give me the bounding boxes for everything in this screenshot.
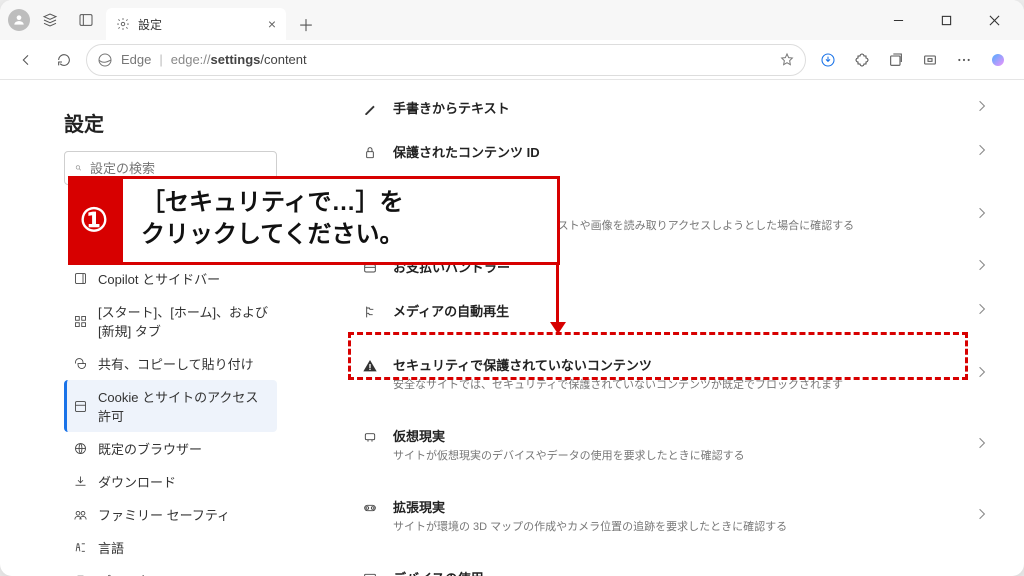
sidebar-item-label: [スタート]、[ホーム]、および [新規] タブ	[98, 302, 269, 340]
gear-icon	[116, 17, 130, 31]
setting-title: 拡張現実	[393, 497, 964, 516]
vertical-tabs-icon[interactable]	[70, 4, 102, 36]
chevron-right-icon	[978, 436, 986, 454]
copilot-icon[interactable]	[982, 44, 1014, 76]
search-icon	[75, 161, 82, 175]
chevron-right-icon	[978, 143, 986, 161]
setting-title: 仮想現実	[393, 426, 964, 445]
sidebar-item-label: 共有、コピーして貼り付け	[98, 354, 254, 373]
instruction-callout: ① ［セキュリティで…］を クリックしてください。	[68, 176, 560, 265]
edge-logo-icon	[97, 52, 113, 68]
sidebar-item-label: ダウンロード	[98, 472, 176, 491]
sidebar-item-label: Copilot とサイドバー	[98, 269, 220, 288]
setting-icon	[361, 144, 379, 162]
setting-title: セキュリティで保護されていないコンテンツ	[393, 355, 964, 374]
setting-insecure-content[interactable]: セキュリティで保護されていないコンテンツ安全なサイトでは、セキュリティで保護され…	[353, 343, 994, 404]
refresh-button[interactable]	[48, 44, 80, 76]
setting-title: 保護されたコンテンツ ID	[393, 142, 964, 161]
setting-icon	[361, 357, 379, 375]
sidebar-item[interactable]: ファミリー セーフティ	[64, 498, 277, 531]
sidebar-item[interactable]: 言語	[64, 531, 277, 564]
sidebar-item[interactable]: 共有、コピーして貼り付け	[64, 347, 277, 380]
sidebar-item[interactable]: [スタート]、[ホーム]、および [新規] タブ	[64, 295, 277, 347]
more-icon[interactable]	[948, 44, 980, 76]
new-tab-button[interactable]: ＋	[290, 8, 322, 40]
maximize-button[interactable]	[924, 4, 968, 36]
address-bar[interactable]: Edge | edge://settings/content	[86, 44, 806, 76]
tab-title: 設定	[138, 16, 162, 33]
setting-icon	[361, 570, 379, 576]
tab-settings[interactable]: 設定 ×	[106, 8, 286, 40]
titlebar: 設定 × ＋	[0, 0, 1024, 40]
chevron-right-icon	[978, 507, 986, 525]
minimize-button[interactable]	[876, 4, 920, 36]
downloads-icon[interactable]	[812, 44, 844, 76]
setting-icon	[361, 303, 379, 321]
nav-icon	[72, 313, 88, 329]
sidebar-item[interactable]: プリンター	[64, 564, 277, 576]
favorite-icon[interactable]	[779, 52, 795, 68]
setting-row[interactable]: デバイスの使用サイトは、ユーザーがいつデバイスをアクティブに使用しているか知るこ…	[353, 556, 994, 576]
chevron-right-icon	[978, 365, 986, 383]
avatar[interactable]	[8, 9, 30, 31]
sidebar-item[interactable]: Copilot とサイドバー	[64, 262, 277, 295]
setting-description: サイトが仮想現実のデバイスやデータの使用を要求したときに確認する	[393, 447, 964, 463]
nav-icon	[72, 271, 88, 287]
setting-description: サイトが環境の 3D マップの作成やカメラ位置の追跡を要求したときに確認する	[393, 518, 964, 534]
setting-title: 手書きからテキスト	[393, 98, 964, 117]
sidebar-item-label: プリンター	[98, 571, 163, 576]
setting-row[interactable]: メディアの自動再生	[353, 289, 994, 333]
setting-icon	[361, 428, 379, 446]
chevron-right-icon	[978, 258, 986, 276]
step-number: ①	[68, 176, 120, 265]
sidebar-item[interactable]: Cookie とサイトのアクセス許可	[64, 380, 277, 432]
setting-row[interactable]: 拡張現実サイトが環境の 3D マップの作成やカメラ位置の追跡を要求したときに確認…	[353, 485, 994, 546]
setting-description: 安全なサイトでは、セキュリティで保護されていないコンテンツが既定でブロックされま…	[393, 376, 964, 392]
setting-row[interactable]: 手書きからテキスト	[353, 86, 994, 130]
sidebar-item-label: 言語	[98, 538, 124, 557]
collections-icon[interactable]	[880, 44, 912, 76]
nav-icon	[72, 441, 88, 457]
page-title: 設定	[64, 108, 277, 137]
chevron-right-icon	[978, 206, 986, 224]
setting-row[interactable]: 仮想現実サイトが仮想現実のデバイスやデータの使用を要求したときに確認する	[353, 414, 994, 475]
sidebar-item[interactable]: ダウンロード	[64, 465, 277, 498]
workspaces-icon[interactable]	[34, 4, 66, 36]
setting-title: デバイスの使用	[393, 568, 964, 576]
chevron-right-icon	[978, 99, 986, 117]
sidebar-item-label: 既定のブラウザー	[98, 439, 202, 458]
close-icon[interactable]: ×	[268, 16, 276, 32]
address-prefix: Edge	[121, 52, 151, 67]
nav-icon	[72, 356, 88, 372]
sidebar-item-label: ファミリー セーフティ	[98, 505, 230, 524]
chevron-right-icon	[978, 302, 986, 320]
instruction-text: ［セキュリティで…］を クリックしてください。	[120, 176, 560, 265]
extensions-icon[interactable]	[846, 44, 878, 76]
setting-row[interactable]: 保護されたコンテンツ ID	[353, 130, 994, 174]
setting-icon	[361, 100, 379, 118]
back-button[interactable]	[10, 44, 42, 76]
toolbar: Edge | edge://settings/content	[0, 40, 1024, 80]
screenshot-icon[interactable]	[914, 44, 946, 76]
close-window-button[interactable]	[972, 4, 1016, 36]
nav-icon	[72, 398, 88, 414]
nav-icon	[72, 540, 88, 556]
setting-title: メディアの自動再生	[393, 301, 964, 320]
setting-icon	[361, 499, 379, 517]
nav-icon	[72, 573, 88, 576]
settings-main: 手書きからテキスト保護されたコンテンツ IDクリップボードサイトがクリップボード…	[305, 80, 1024, 576]
nav-icon	[72, 507, 88, 523]
sidebar-item-label: Cookie とサイトのアクセス許可	[98, 387, 269, 425]
sidebar-item[interactable]: 既定のブラウザー	[64, 432, 277, 465]
settings-sidebar: 設定 プロファイルCopilot とサイドバー[スタート]、[ホーム]、および …	[0, 80, 305, 576]
nav-icon	[72, 474, 88, 490]
